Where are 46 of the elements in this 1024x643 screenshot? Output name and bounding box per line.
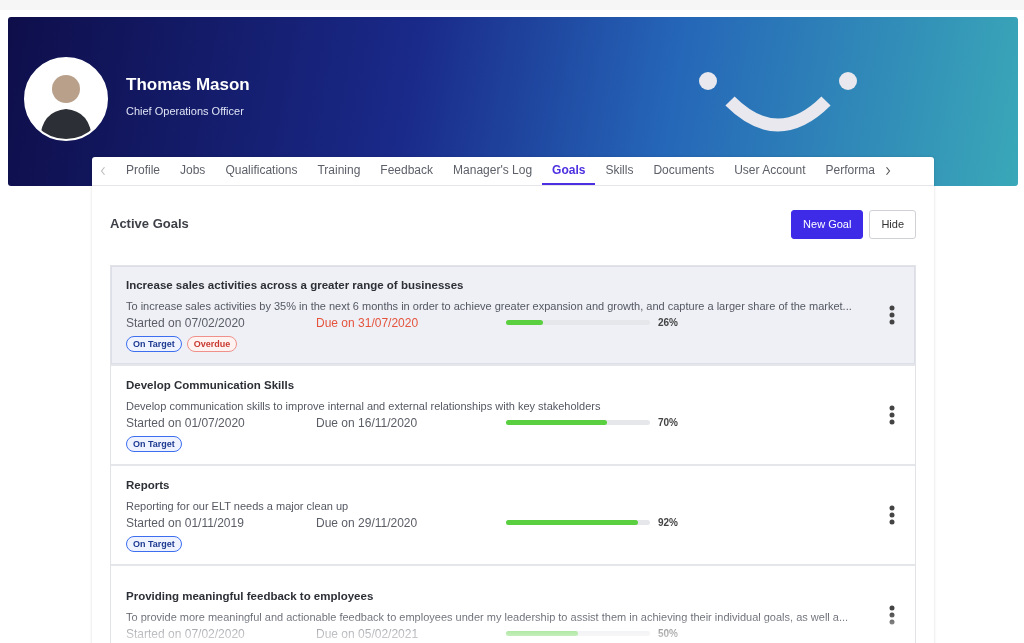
status-tag: On Target — [126, 435, 182, 452]
tab[interactable]: Performa — [815, 157, 885, 185]
due-date: Due on 29/11/2020 — [316, 515, 419, 530]
tab[interactable]: Skills — [595, 157, 644, 185]
tab[interactable]: User Account — [724, 157, 816, 185]
start-date: Started on 07/02/2020 — [126, 626, 246, 641]
progress-percent: 26% — [658, 317, 678, 328]
tab[interactable]: Qualifications — [215, 157, 308, 185]
progress-percent: 92% — [658, 517, 678, 528]
tab[interactable]: Goals — [542, 157, 596, 185]
more-options-icon[interactable] — [889, 605, 895, 625]
tab[interactable]: Training — [307, 157, 371, 185]
goal-title: Reports — [126, 478, 171, 491]
profile-name: Thomas Mason — [126, 75, 250, 95]
chevron-right-icon[interactable] — [884, 166, 891, 176]
tab[interactable]: Documents — [643, 157, 725, 185]
tab[interactable]: Feedback — [370, 157, 444, 185]
more-options-icon[interactable] — [889, 405, 895, 425]
goal-title: Develop Communication Skills — [126, 378, 296, 391]
profile-role: Chief Operations Officer — [126, 105, 245, 117]
goal-title: Providing meaningful feedback to employees — [126, 589, 375, 602]
start-date: Started on 07/02/2020 — [126, 315, 246, 330]
tab[interactable]: Jobs — [170, 157, 216, 185]
progress-percent: 70% — [658, 417, 678, 428]
status-tag: On Target — [126, 535, 182, 552]
new-goal-button[interactable]: New Goal — [791, 209, 864, 239]
tab[interactable]: Manager's Log — [443, 157, 543, 185]
due-date: Due on 31/07/2020 — [316, 315, 420, 330]
goal-description: To provide more meaningful and actionable feedback to employees under my leadership to assist them in achieving their individual goals, as well a... — [126, 610, 850, 623]
goal-title: Increase sales activities across a greater range of businesses — [126, 278, 465, 291]
more-options-icon[interactable] — [889, 305, 895, 325]
due-date: Due on 16/11/2020 — [316, 415, 419, 430]
goal-description: Develop communication skills to improve internal and external relationships with key stakeholders — [126, 399, 602, 412]
start-date: Started on 01/11/2019 — [126, 515, 245, 530]
hide-button[interactable]: Hide — [869, 209, 916, 239]
tab[interactable]: Profile — [116, 157, 170, 185]
more-options-icon[interactable] — [889, 505, 895, 525]
goal-card[interactable] — [111, 266, 915, 366]
section-title: Active Goals — [110, 215, 189, 231]
status-tag: On Target — [126, 335, 182, 352]
start-date: Started on 01/07/2020 — [126, 415, 246, 430]
due-date: Due on 05/02/2021 — [316, 626, 420, 641]
status-tag: Overdue — [186, 335, 238, 352]
progress-percent: 50% — [658, 628, 678, 639]
goal-description: To increase sales activities by 35% in the next 6 months in order to achieve greater expansion and growth, and capture a larger share of the market... — [126, 299, 853, 312]
goal-description: Reporting for our ELT needs a major clean up — [126, 499, 350, 512]
